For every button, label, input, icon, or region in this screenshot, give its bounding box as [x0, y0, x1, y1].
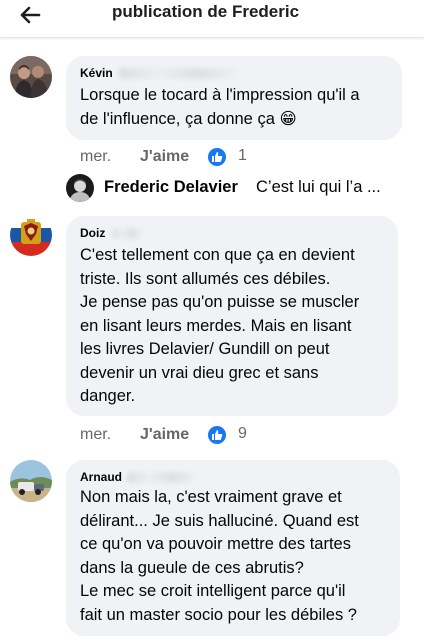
comment-author[interactable]: Arnaud — [80, 470, 122, 484]
thumbs-up-icon[interactable] — [208, 426, 226, 444]
top-bar: publication de Frederic — [0, 0, 424, 38]
redacted-name — [126, 472, 196, 483]
comment-text-line: Je pense pas qu'on puisse se muscler — [80, 293, 360, 311]
comment-time[interactable]: mer. — [80, 148, 111, 166]
comment-text-line: délirant... Je suis halluciné. Quand est — [80, 511, 359, 530]
redacted-name — [118, 68, 238, 79]
reply-author[interactable]: Frederic Delavier — [104, 178, 238, 197]
like-button[interactable]: J'aime — [140, 148, 189, 166]
thumbs-up-icon[interactable] — [208, 148, 226, 166]
comment-text-line: Non mais la, c'est vraiment grave et — [80, 488, 342, 506]
comment-actions: mer. J'aime 9 — [80, 425, 280, 446]
comment-actions: mer. J'aime 1 — [80, 147, 280, 168]
avatar[interactable] — [10, 460, 52, 502]
comment-text-line: triste. Ils sont allumés ces débiles. — [80, 269, 331, 288]
comment-text-line: danger. — [80, 387, 136, 405]
comment-text-line: devenir un vrai dieu grec et sans — [80, 363, 319, 382]
avatar[interactable] — [10, 214, 52, 256]
comment-bubble: Kévin Lorsque le tocard à l'impression q… — [66, 56, 402, 140]
comment-time[interactable]: mer. — [80, 426, 111, 444]
comment-bubble: Arnaud Non mais la, c'est vraiment grave… — [66, 460, 400, 636]
comment-text-line: Le mec se croit intelligent parce qu'il — [80, 582, 346, 600]
avatar[interactable] — [66, 174, 94, 202]
page-title: publication de Frederic — [112, 2, 300, 21]
redacted-name — [112, 228, 142, 239]
comment-bubble: Doiz C'est tellement con que ça en devie… — [66, 216, 398, 416]
comment-text-line: en lisant leurs merdes. Mais en lisant — [80, 316, 352, 335]
reaction-count[interactable]: 1 — [238, 147, 247, 165]
comment-text-line: ce qu'on va pouvoir mettre des tartes — [80, 535, 351, 553]
comment-text-line: C'est tellement con que ça en devient — [80, 246, 355, 264]
comment-text-line: dans la gueule de ces abrutis? — [80, 558, 304, 577]
comment-author[interactable]: Kévin — [80, 66, 113, 80]
reply-snippet: C’est lui qui l’a ... — [256, 178, 381, 196]
like-button[interactable]: J'aime — [140, 426, 189, 444]
comment-text-line: les livres Delavier/ Gundill on peut — [80, 340, 330, 358]
reaction-count[interactable]: 9 — [238, 425, 247, 443]
comment-text-line: de l'influence, ça donne ça 😁 — [80, 110, 297, 128]
avatar[interactable] — [10, 56, 52, 98]
back-button[interactable] — [12, 0, 48, 30]
arrow-left-icon — [20, 6, 41, 24]
reply-preview[interactable]: Frederic Delavier C’est lui qui l’a ... — [66, 174, 424, 204]
comment-text-line: fait un master socio pour les débiles ? — [80, 605, 357, 624]
comment-author[interactable]: Doiz — [80, 226, 105, 240]
comment-text-line: Lorsque le tocard à l'impression qu'il a — [80, 86, 360, 104]
